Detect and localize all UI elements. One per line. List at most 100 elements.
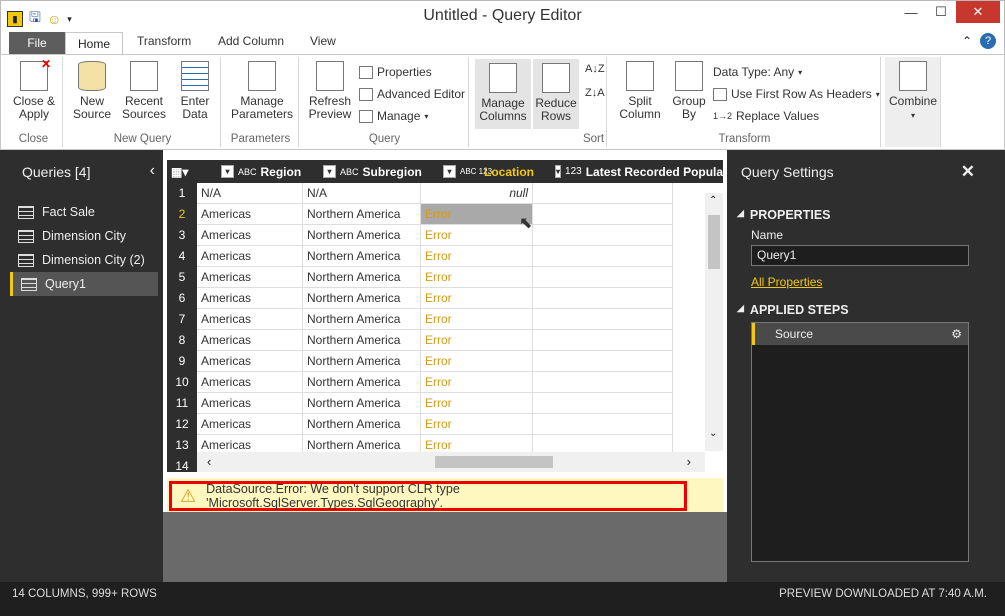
cell-subregion[interactable]: Northern America [303, 414, 421, 435]
cell-blank[interactable] [533, 372, 673, 393]
cell-region[interactable]: Americas [197, 267, 303, 288]
help-icon[interactable]: ? [980, 33, 996, 49]
cell-blank[interactable] [533, 351, 673, 372]
manage-columns-button[interactable]: Manage Columns [475, 59, 531, 129]
data-type-dropdown[interactable]: Data Type: Any ▾ [713, 65, 802, 79]
cell-blank[interactable] [533, 393, 673, 414]
query-item-fact-sale[interactable]: Fact Sale [10, 200, 158, 224]
cell-region[interactable]: Americas [197, 288, 303, 309]
tab-view[interactable]: View [310, 34, 336, 48]
scroll-left-icon[interactable]: ‹ [207, 454, 211, 469]
query-item-dimension-city[interactable]: Dimension City [10, 224, 158, 248]
cell-location[interactable]: Error [421, 372, 533, 393]
advanced-editor-button[interactable]: Advanced Editor [359, 87, 465, 101]
refresh-preview-button[interactable]: Refresh Preview [307, 61, 353, 121]
cell-subregion[interactable]: Northern America [303, 330, 421, 351]
cell-blank[interactable] [533, 414, 673, 435]
vertical-scroll-thumb[interactable] [708, 215, 720, 269]
gear-icon[interactable]: ⚙ [951, 323, 962, 345]
cell-blank[interactable] [533, 309, 673, 330]
cell-region[interactable]: N/A [197, 183, 303, 204]
group-by-button[interactable]: Group By [669, 61, 709, 121]
replace-values-button[interactable]: 1→2 Replace Values [713, 109, 819, 123]
close-settings-icon[interactable]: ✕ [961, 162, 975, 182]
tab-transform[interactable]: Transform [137, 34, 191, 48]
enter-data-button[interactable]: Enter Data [173, 61, 217, 121]
cell-location[interactable]: null [421, 183, 533, 204]
applied-steps-section-header[interactable]: ◢ APPLIED STEPS [737, 303, 849, 317]
cell-region[interactable]: Americas [197, 414, 303, 435]
cell-blank[interactable] [533, 288, 673, 309]
cell-location[interactable]: Error [421, 309, 533, 330]
cell-region[interactable]: Americas [197, 309, 303, 330]
column-filter-dropdown[interactable]: ▾ [221, 165, 234, 178]
sort-descending-button[interactable]: Z↓A [585, 87, 605, 99]
all-properties-link[interactable]: All Properties [751, 275, 822, 289]
column-header-latest-recorded-population[interactable]: ▾ 123 Latest Recorded Populatio [551, 160, 723, 183]
scroll-up-icon[interactable]: ⌃ [709, 195, 717, 206]
properties-section-header[interactable]: ◢ PROPERTIES [737, 208, 831, 222]
horizontal-scroll-thumb[interactable] [435, 456, 553, 468]
query-item-dimension-city-2[interactable]: Dimension City (2) [10, 248, 158, 272]
cell-subregion[interactable]: Northern America [303, 225, 421, 246]
column-filter-dropdown[interactable]: ▾ [323, 165, 336, 178]
tab-add-column[interactable]: Add Column [218, 34, 284, 48]
column-filter-dropdown[interactable]: ▾ [555, 165, 562, 178]
properties-button[interactable]: Properties [359, 65, 432, 79]
cell-subregion[interactable]: Northern America [303, 204, 421, 225]
table-menu-button[interactable]: ▦▾ [167, 160, 197, 183]
collapse-queries-icon[interactable]: ‹ [150, 162, 155, 180]
cell-subregion[interactable]: Northern America [303, 372, 421, 393]
cell-location[interactable]: Error [421, 246, 533, 267]
cell-region[interactable]: Americas [197, 330, 303, 351]
collapse-ribbon-icon[interactable]: ⌃ [962, 34, 972, 48]
tab-home[interactable]: Home [65, 32, 123, 54]
cell-blank[interactable] [533, 183, 673, 204]
cell-region[interactable]: Americas [197, 204, 303, 225]
scroll-right-icon[interactable]: › [687, 454, 691, 469]
cell-region[interactable]: Americas [197, 351, 303, 372]
cell-blank[interactable] [533, 330, 673, 351]
cell-subregion[interactable]: Northern America [303, 267, 421, 288]
cell-blank[interactable] [533, 246, 673, 267]
tab-file[interactable]: File [9, 32, 65, 54]
cell-location[interactable]: Error [421, 225, 533, 246]
cell-location[interactable]: Error [421, 204, 533, 225]
reduce-rows-button[interactable]: Reduce Rows [533, 59, 579, 129]
cell-subregion[interactable]: Northern America [303, 351, 421, 372]
close-apply-button[interactable]: ✕ Close & Apply [9, 58, 59, 121]
cell-blank[interactable] [533, 225, 673, 246]
maximize-button[interactable]: ☐ [926, 1, 956, 23]
cell-region[interactable]: Americas [197, 372, 303, 393]
cell-region[interactable]: Americas [197, 393, 303, 414]
cell-location[interactable]: Error [421, 330, 533, 351]
manage-button[interactable]: Manage ▾ [359, 109, 428, 123]
applied-step-source[interactable]: Source ⚙ [752, 323, 968, 345]
cell-location[interactable]: Error [421, 414, 533, 435]
cell-location[interactable]: Error [421, 288, 533, 309]
column-header-location[interactable]: ▾ ABC 123 Location [439, 160, 551, 183]
query-name-input[interactable]: Query1 [751, 245, 969, 266]
use-first-row-headers-button[interactable]: Use First Row As Headers ▾ [713, 87, 880, 101]
sort-ascending-button[interactable]: A↓Z [585, 63, 605, 75]
horizontal-scrollbar[interactable]: ‹ › [197, 452, 705, 472]
cell-blank[interactable] [533, 204, 673, 225]
query-item-query1[interactable]: Query1 [10, 272, 158, 296]
cell-location[interactable]: Error [421, 393, 533, 414]
column-filter-dropdown[interactable]: ▾ [443, 165, 456, 178]
cell-subregion[interactable]: Northern America [303, 288, 421, 309]
cell-location[interactable]: Error [421, 351, 533, 372]
vertical-scrollbar[interactable]: ⌃ ⌄ [705, 193, 723, 451]
combine-button[interactable]: Combine ▾ [887, 61, 939, 122]
cell-location[interactable]: Error [421, 267, 533, 288]
close-window-button[interactable]: ✕ [956, 1, 1000, 23]
column-header-subregion[interactable]: ▾ ABC Subregion [319, 160, 441, 183]
cell-subregion[interactable]: N/A [303, 183, 421, 204]
cell-subregion[interactable]: Northern America [303, 309, 421, 330]
cell-blank[interactable] [533, 267, 673, 288]
split-column-button[interactable]: Split Column [615, 61, 665, 121]
cell-subregion[interactable]: Northern America [303, 393, 421, 414]
cell-region[interactable]: Americas [197, 225, 303, 246]
manage-parameters-button[interactable]: Manage Parameters [229, 61, 295, 121]
recent-sources-button[interactable]: Recent Sources [119, 61, 169, 121]
